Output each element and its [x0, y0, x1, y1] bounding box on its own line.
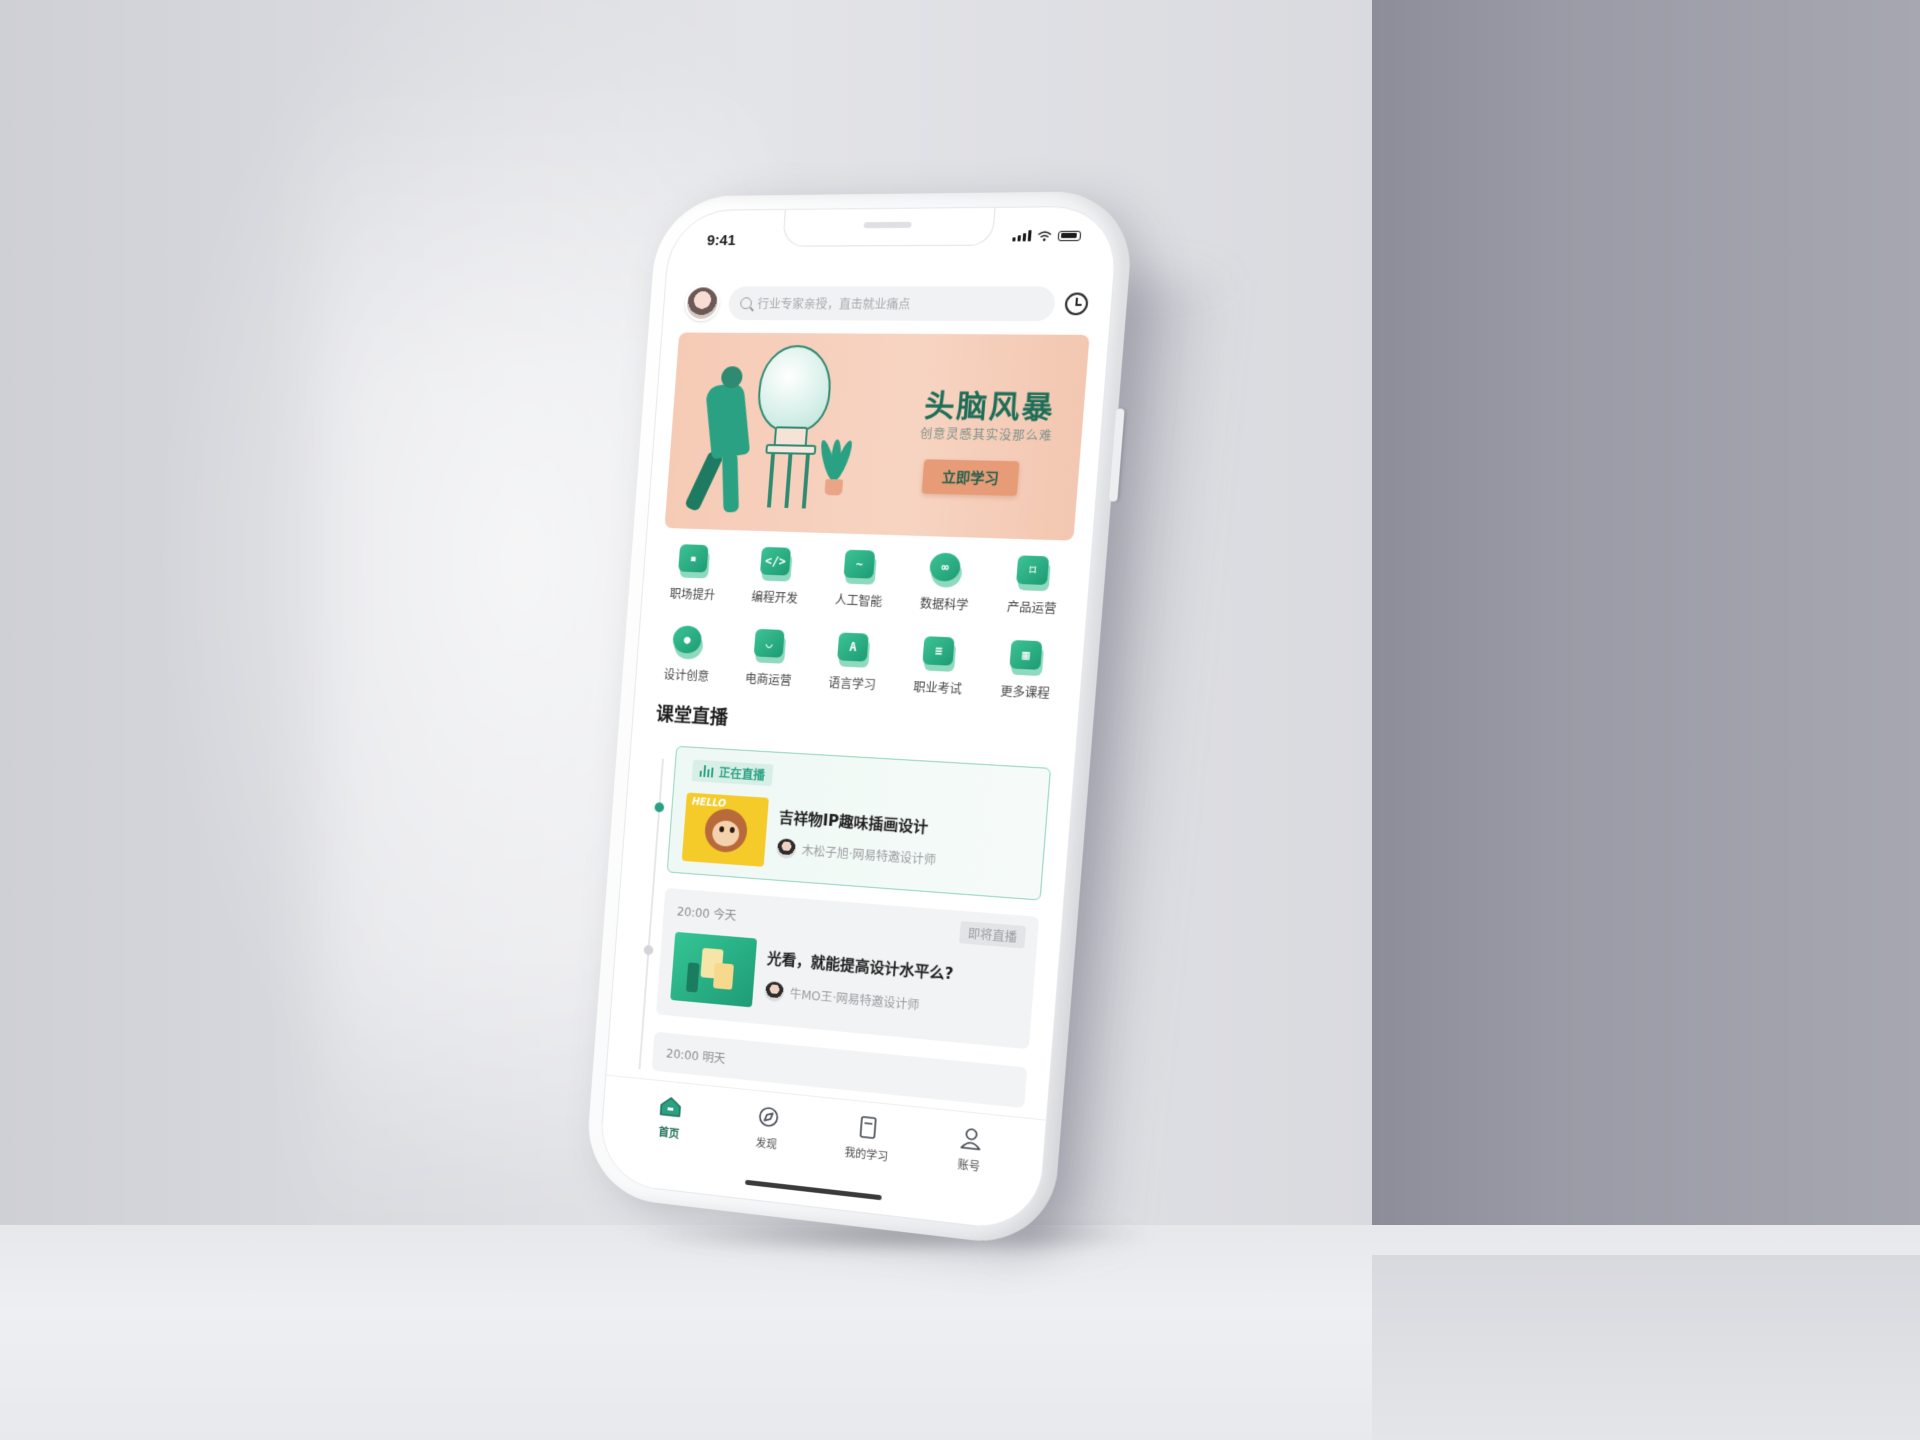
- live-bars-icon: [699, 765, 714, 778]
- search-bar[interactable]: 行业专家亲授，直击就业痛点: [727, 286, 1057, 322]
- signal-icon: [1012, 230, 1032, 242]
- category-label: 人工智能: [834, 593, 883, 610]
- live-course-card[interactable]: 正在直播 HELLO 吉祥物IP趣味插画设计 木松子旭·网易特邀设计师: [666, 745, 1052, 901]
- status-time: 9:41: [706, 232, 737, 250]
- lecturer-avatar: [763, 980, 785, 1003]
- palette-icon: ●: [671, 625, 707, 660]
- category-label: 电商运营: [744, 671, 793, 688]
- lecturer-info: 牛MO王·网易特邀设计师: [763, 980, 920, 1015]
- promo-banner[interactable]: 头脑风暴 创意灵感其实没那么难 立即学习: [664, 332, 1090, 541]
- category-label: 数据科学: [919, 596, 969, 613]
- history-clock-icon[interactable]: [1064, 292, 1089, 316]
- category-item[interactable]: A 语言学习: [809, 631, 898, 694]
- course-title: 光看，就能提高设计水平么?: [766, 949, 954, 984]
- briefcase-icon: ▪: [678, 544, 713, 579]
- code-monitor-icon: </>: [759, 546, 794, 582]
- phone-mockup: 9:41 行业专家亲授，直击就业痛点 头脑风暴 创意灵感其实没那么难 立即学习 …: [583, 190, 1136, 1250]
- live-badge-text: 正在直播: [718, 765, 766, 783]
- next-time: 20:00 明天: [665, 1046, 726, 1067]
- grid-more-icon: ▦: [1009, 639, 1047, 677]
- lecturer-name: 牛MO王·网易特邀设计师: [789, 986, 920, 1013]
- category-label: 设计创意: [663, 667, 710, 684]
- category-item[interactable]: ▦ 更多课程: [980, 639, 1073, 703]
- category-item[interactable]: ≡ 职业考试: [894, 635, 985, 699]
- timeline-dot-upcoming: [643, 944, 654, 956]
- shopping-bag-icon: ◡: [753, 628, 788, 664]
- category-label: 更多课程: [999, 684, 1051, 702]
- course-thumbnail-mascot: HELLO: [681, 792, 769, 867]
- lecturer-name: 木松子旭·网易特邀设计师: [801, 843, 937, 867]
- tab-account[interactable]: 账号: [933, 1122, 1008, 1178]
- cloud-icon: ∞: [928, 552, 965, 588]
- course-thumbnail-design: [670, 931, 758, 1008]
- discover-icon: [755, 1103, 782, 1131]
- stool-illustration: [761, 443, 817, 509]
- banner-subtitle: 创意灵感其实没那么难: [919, 426, 1054, 444]
- category-grid: ▪ 职场提升 </> 编程开发 ~ 人工智能 ∞ 数据科学 ⌑ 产品运营 ● 设…: [645, 543, 1080, 703]
- category-item[interactable]: ⌑ 产品运营: [987, 554, 1080, 618]
- lecturer-info: 木松子旭·网易特邀设计师: [775, 838, 937, 869]
- category-label: 产品运营: [1006, 599, 1057, 617]
- app-screen: 9:41 行业专家亲授，直击就业痛点 头脑风暴 创意灵感其实没那么难 立即学习 …: [597, 205, 1120, 1234]
- upcoming-course-card[interactable]: 20:00 今天 即将直播 光看，就能提高设计水平么? 牛MO王·网易特邀设计师: [655, 887, 1040, 1050]
- search-icon: [739, 297, 753, 310]
- category-label: 编程开发: [750, 590, 799, 606]
- plant-illustration: [818, 425, 856, 496]
- tab-label: 发现: [755, 1136, 778, 1152]
- category-label: 职场提升: [669, 586, 716, 603]
- section-title-live: 课堂直播: [655, 703, 729, 730]
- user-avatar[interactable]: [683, 285, 721, 321]
- course-title: 吉祥物IP趣味插画设计: [778, 808, 929, 837]
- tab-my-learning[interactable]: 我的学习: [831, 1111, 904, 1166]
- category-item[interactable]: ▪ 职场提升: [651, 543, 737, 604]
- top-header: 行业专家亲授，直击就业痛点: [683, 283, 1090, 324]
- category-item[interactable]: ◡ 电商运营: [726, 628, 813, 690]
- book-icon: [855, 1113, 883, 1142]
- live-badge: 正在直播: [691, 759, 774, 787]
- category-item[interactable]: </> 编程开发: [733, 546, 820, 607]
- notch: [782, 207, 996, 247]
- letter-a-icon: A: [837, 632, 873, 668]
- lightbulb-illustration: [755, 344, 834, 434]
- tab-home[interactable]: 首页: [636, 1091, 705, 1145]
- tv-pulse-icon: ~: [843, 549, 879, 585]
- home-indicator[interactable]: [745, 1179, 882, 1201]
- search-placeholder: 行业专家亲授，直击就业痛点: [757, 296, 911, 312]
- category-label: 职业考试: [912, 680, 963, 697]
- right-wall: [1372, 0, 1920, 1258]
- home-icon: [658, 1093, 684, 1121]
- wifi-icon: [1037, 230, 1052, 241]
- thumbnail-hello-text: HELLO: [691, 796, 727, 810]
- category-item[interactable]: ~ 人工智能: [816, 549, 905, 611]
- exam-paper-icon: ≡: [922, 636, 959, 672]
- speaker: [863, 221, 912, 229]
- upcoming-time: 20:00 今天: [676, 904, 737, 924]
- tab-label: 首页: [658, 1125, 680, 1141]
- category-label: 语言学习: [827, 675, 877, 693]
- status-icons: [1012, 230, 1082, 242]
- category-item[interactable]: ● 设计创意: [645, 624, 731, 686]
- learn-now-button[interactable]: 立即学习: [921, 459, 1020, 496]
- upcoming-tag: 即将直播: [959, 920, 1027, 949]
- category-item[interactable]: ∞ 数据科学: [900, 552, 991, 615]
- timeline-dot-live: [654, 802, 665, 813]
- battery-icon: [1057, 230, 1082, 241]
- tab-label: 我的学习: [844, 1146, 889, 1164]
- floor-right: [1372, 1255, 1920, 1440]
- tab-label: 账号: [957, 1158, 981, 1174]
- user-icon: [957, 1124, 985, 1153]
- phone-body: 9:41 行业专家亲授，直击就业痛点 头脑风暴 创意灵感其实没那么难 立即学习 …: [583, 190, 1136, 1250]
- tab-discover[interactable]: 发现: [732, 1101, 803, 1155]
- bookmark-icon: ⌑: [1016, 555, 1054, 592]
- banner-title: 头脑风暴: [923, 388, 1057, 427]
- lecturer-avatar: [775, 838, 797, 860]
